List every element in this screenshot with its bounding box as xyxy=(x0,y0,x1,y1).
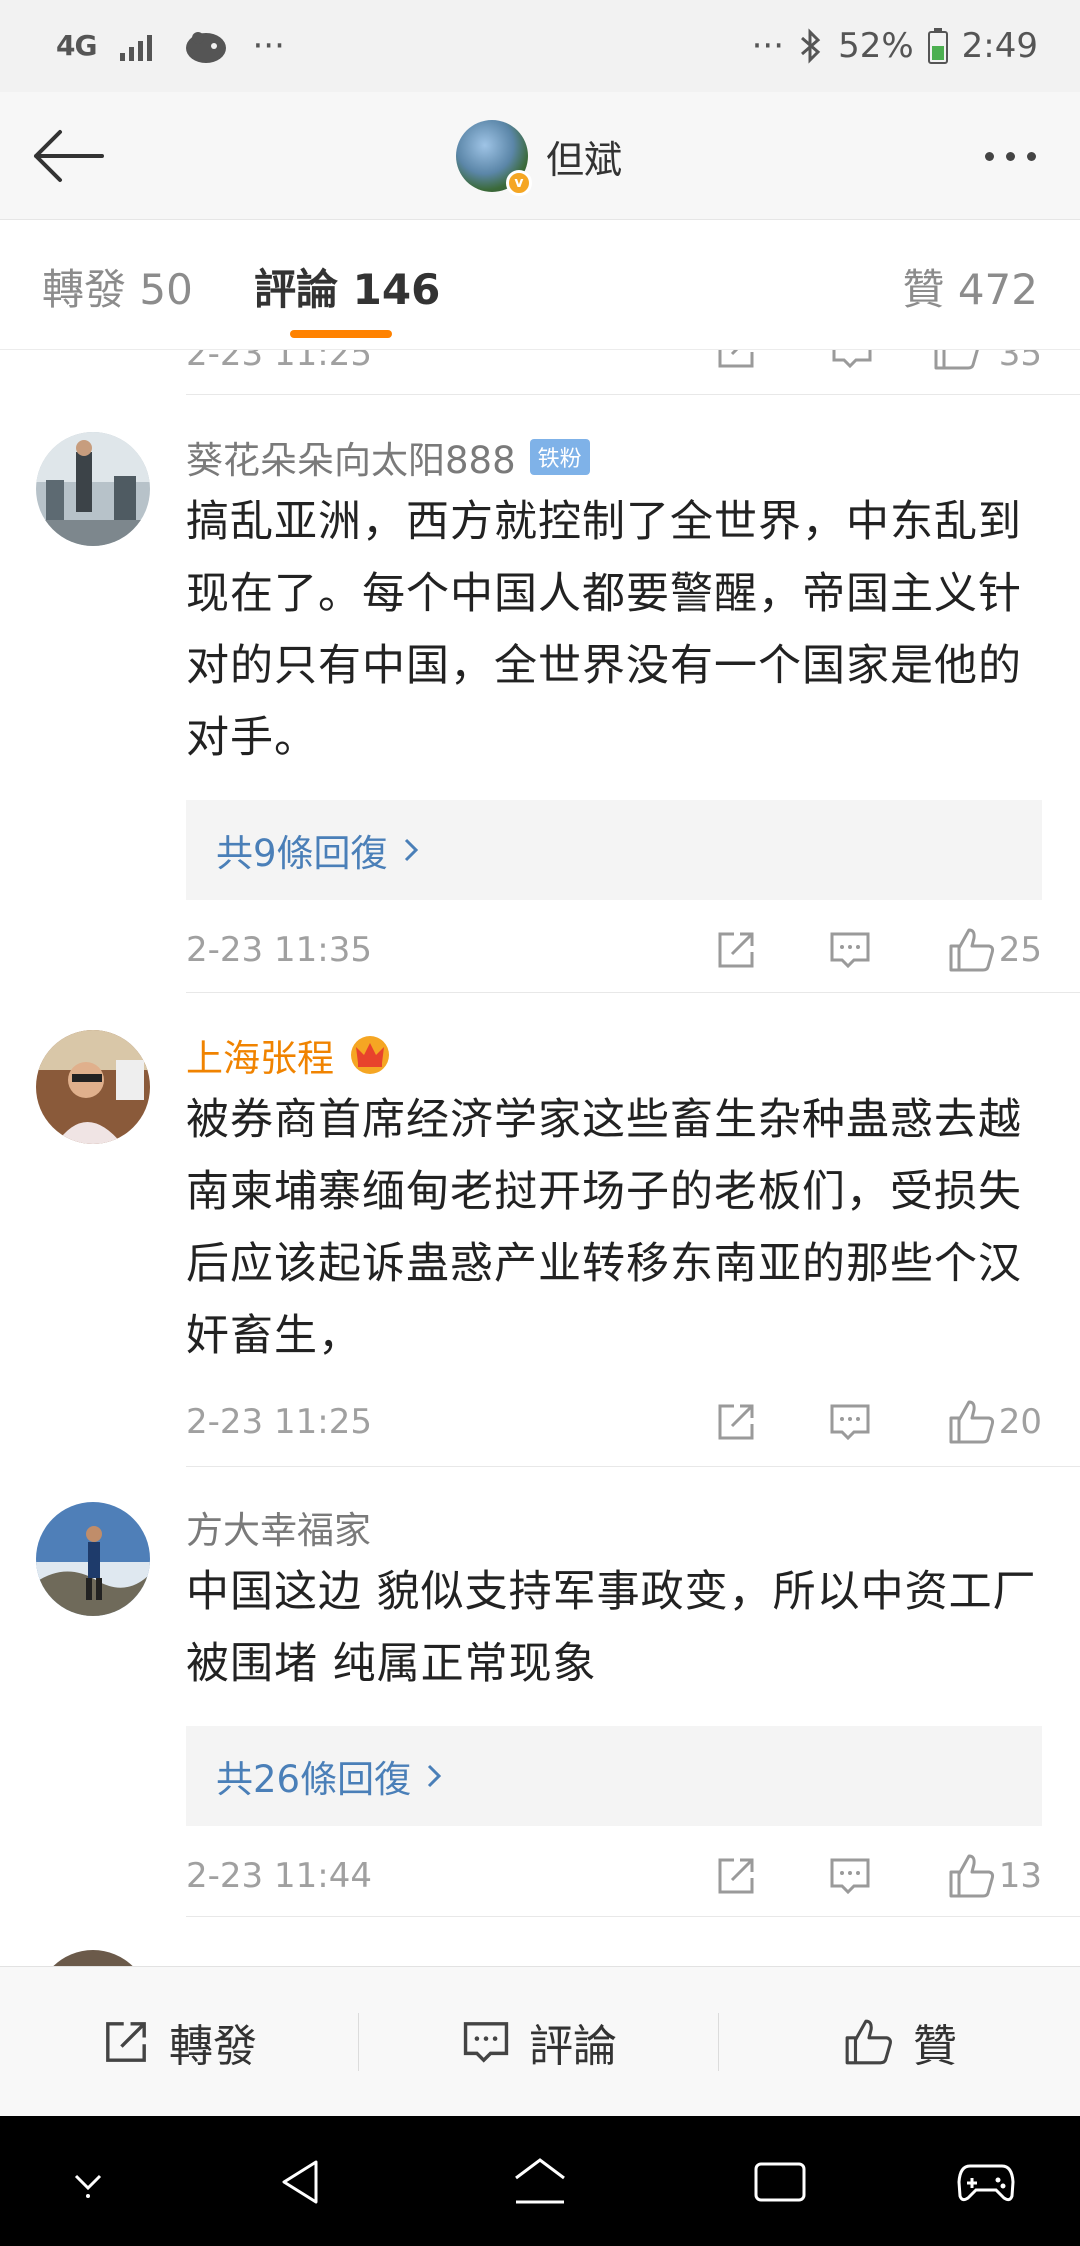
chevron-right-icon xyxy=(428,1764,442,1788)
app-notification-icon xyxy=(186,32,227,63)
like-button[interactable]: 贊 xyxy=(720,1967,1080,2117)
header: v 但斌 xyxy=(0,92,1080,220)
comment-icon xyxy=(463,2022,509,2063)
like-label: 贊 xyxy=(913,2021,957,2072)
like-count: 20 xyxy=(998,1402,1042,1442)
share-icon[interactable] xyxy=(708,922,764,978)
repost-button[interactable]: 轉發 xyxy=(0,1967,358,2117)
tab-comment[interactable]: 評論 146 xyxy=(254,256,440,317)
status-right: ··· 52% 2:49 xyxy=(752,20,1038,72)
action-bar: 轉發 評論 贊 xyxy=(0,1966,1080,2116)
avatar[interactable] xyxy=(36,432,150,546)
like-count: 25 xyxy=(998,930,1042,970)
bluetooth-icon xyxy=(801,28,821,64)
repost-label: 轉發 xyxy=(169,2021,257,2072)
divider xyxy=(186,992,1080,993)
status-more-left: ··· xyxy=(252,26,285,66)
comment-icon[interactable] xyxy=(822,1394,878,1450)
comment-body: 葵花朵朵向太阳888 铁粉 搞乱亚洲，西方就控制了全世界，中东乱到现在了。每个中… xyxy=(186,432,1042,1000)
divider xyxy=(186,1916,1080,1917)
clock: 2:49 xyxy=(961,26,1038,66)
home-icon xyxy=(515,2158,565,2204)
tab-like[interactable]: 贊 472 xyxy=(902,256,1038,317)
avatar[interactable] xyxy=(36,1502,150,1616)
share-icon[interactable] xyxy=(708,1394,764,1450)
comment-body: 方大幸福家 中国这边 貌似支持军事政变，所以中资工厂被围堵 纯属正常现象 共26… xyxy=(186,1502,1042,1926)
status-more-right: ··· xyxy=(751,26,785,66)
comment-time: 2-23 11:44 xyxy=(186,1856,372,1896)
comment-text: 中国这边 貌似支持军事政变，所以中资工厂被围堵 纯属正常现象 xyxy=(186,1567,1037,1689)
replies-link[interactable]: 共9條回復 xyxy=(186,800,1042,900)
status-left: 4G ··· xyxy=(56,20,285,72)
battery-icon xyxy=(927,28,948,64)
share-icon[interactable] xyxy=(714,350,758,372)
home-nav-button[interactable] xyxy=(504,2146,576,2218)
separator xyxy=(718,2013,719,2071)
comment-text: 搞乱亚洲，西方就控制了全世界，中东乱到现在了。每个中国人都要警醒，帝国主义针对的… xyxy=(186,497,1022,763)
comment-icon[interactable] xyxy=(830,350,874,372)
replies-label: 共9條回復 xyxy=(216,832,388,875)
comment-meta: 2-23 11:44 13 xyxy=(186,1826,1042,1926)
recents-icon xyxy=(754,2162,806,2202)
gamepad-icon xyxy=(957,2164,1015,2202)
back-button[interactable] xyxy=(28,120,108,192)
thumbs-up-icon[interactable] xyxy=(944,1848,1000,1904)
comment-text: 被券商首席经济学家这些畜生杂种蛊惑去越南柬埔寨缅甸老挝开场子的老板们，受损失后应… xyxy=(186,1095,1022,1361)
comment-label: 評論 xyxy=(529,2021,617,2072)
separator xyxy=(358,2013,359,2071)
share-icon[interactable] xyxy=(708,1848,764,1904)
battery-percent: 52% xyxy=(838,26,914,66)
chevron-right-icon xyxy=(404,838,418,862)
game-tools-button[interactable] xyxy=(950,2146,1022,2218)
chevron-down-icon xyxy=(74,2174,102,2198)
share-icon xyxy=(106,2022,146,2062)
verified-badge: v xyxy=(506,170,532,196)
comment-button[interactable]: 評論 xyxy=(360,1967,718,2117)
status-bar: 4G ··· ··· 52% 2:49 xyxy=(0,0,1080,92)
replies-label: 共26條回復 xyxy=(216,1758,412,1801)
author-avatar[interactable]: v xyxy=(456,120,532,196)
back-nav-button[interactable] xyxy=(266,2146,338,2218)
thumbs-up-icon[interactable] xyxy=(932,350,982,372)
comment-icon[interactable] xyxy=(822,922,878,978)
thumbs-up-icon[interactable] xyxy=(944,922,1000,978)
commenter-name[interactable]: 葵花朵朵向太阳888 xyxy=(186,430,516,484)
recents-nav-button[interactable] xyxy=(744,2146,816,2218)
thumbs-up-icon xyxy=(845,2019,892,2065)
crown-icon xyxy=(351,1036,389,1074)
like-count: 13 xyxy=(998,1856,1042,1896)
comment-body: 上海张程 被券商首席经济学家这些畜生杂种蛊惑去越南柬埔寨缅甸老挝开场子的老板们，… xyxy=(186,1030,1042,1472)
commenter-name[interactable]: 方大幸福家 xyxy=(186,1500,371,1554)
network-indicator: 4G xyxy=(56,29,97,62)
comment-time: 2-23 11:35 xyxy=(186,930,372,970)
avatar[interactable] xyxy=(36,1950,150,1966)
signal-icon xyxy=(120,35,153,61)
divider xyxy=(186,394,1080,395)
like-count: 35 xyxy=(998,350,1042,374)
author-name[interactable]: 但斌 xyxy=(546,129,622,184)
commenter-name[interactable]: 上海张程 xyxy=(186,1028,334,1082)
comment-time: 2-23 11:25 xyxy=(186,350,372,374)
thumbs-up-icon[interactable] xyxy=(944,1394,1000,1450)
more-dots-icon[interactable] xyxy=(970,132,1050,180)
triangle-back-icon xyxy=(282,2160,318,2204)
tab-active-indicator xyxy=(290,330,392,338)
tab-bar: 轉發 50 評論 146 贊 472 xyxy=(0,220,1080,350)
author-info[interactable]: v 但斌 xyxy=(456,116,622,196)
replies-link[interactable]: 共26條回復 xyxy=(186,1726,1042,1826)
partial-comment-meta: 2-23 11:25 35 xyxy=(186,350,1080,392)
system-nav-bar xyxy=(0,2116,1080,2246)
comment-meta: 2-23 11:35 25 xyxy=(186,900,1042,1000)
arrow-left-icon xyxy=(34,130,104,182)
comment-icon[interactable] xyxy=(822,1848,878,1904)
comment-meta: 2-23 11:25 20 xyxy=(186,1372,1042,1472)
tab-repost[interactable]: 轉發 50 xyxy=(42,256,193,317)
fan-badge: 铁粉 xyxy=(529,439,590,475)
hide-keyboard-button[interactable] xyxy=(52,2146,124,2218)
comment-time: 2-23 11:25 xyxy=(186,1402,372,1442)
divider xyxy=(186,1466,1080,1467)
avatar[interactable] xyxy=(36,1030,150,1144)
comment-feed[interactable]: 2-23 11:25 35 葵花朵朵向太阳888 铁粉 搞乱亚洲，西方就控制了全… xyxy=(0,350,1080,1966)
